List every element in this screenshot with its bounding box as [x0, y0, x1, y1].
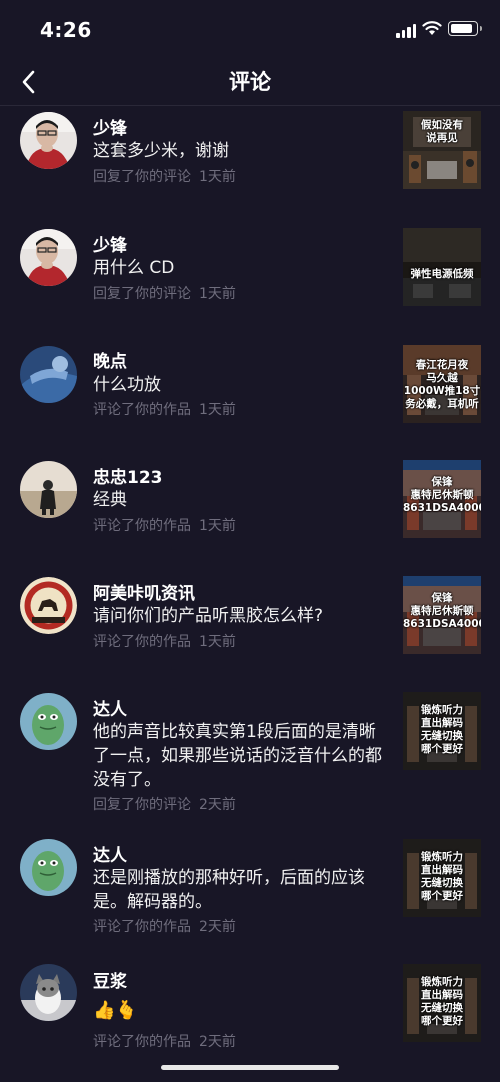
- username[interactable]: 晚点: [93, 347, 127, 372]
- comment-text: 经典: [93, 490, 127, 510]
- comment-meta: 评论了你的作品 2天前: [93, 916, 236, 936]
- video-thumbnail[interactable]: 春江花月夜 马久越 1000W推18寸 务必戴，耳机听: [403, 345, 481, 423]
- username[interactable]: 达人: [93, 695, 127, 720]
- thumbnail-caption: 假如没有 说再见: [421, 119, 463, 144]
- thumbnail-caption: 锻炼听力 直出解码 无缝切换 哪个更好: [421, 704, 463, 755]
- action-label: 评论了你的作品: [93, 402, 191, 418]
- comment-meta: 评论了你的作品 2天前: [93, 1031, 236, 1051]
- home-indicator[interactable]: [161, 1065, 339, 1070]
- username[interactable]: 少锋: [93, 231, 127, 256]
- action-label: 回复了你的评论: [93, 286, 191, 302]
- comment-text: 还是刚播放的那种好听，后面的应该是。解码器的。: [93, 868, 365, 912]
- action-label: 评论了你的作品: [93, 919, 191, 935]
- nav-bar: 评论: [0, 58, 500, 106]
- comment-text: 他的声音比较真实第1段后面的是清晰了一点，如果那些说话的泛音什么的都没有了。: [93, 722, 382, 790]
- avatar[interactable]: [20, 839, 77, 896]
- username[interactable]: 阿美咔叽资讯: [93, 579, 195, 604]
- username[interactable]: 达人: [93, 841, 127, 866]
- comment-meta: 评论了你的作品 1天前: [93, 631, 236, 651]
- avatar[interactable]: [20, 346, 77, 403]
- timestamp: 1天前: [199, 402, 236, 418]
- timestamp: 2天前: [199, 797, 236, 813]
- video-thumbnail[interactable]: 保锋 惠特尼休斯顿 8631DSA4000: [403, 576, 481, 654]
- action-label: 评论了你的作品: [93, 518, 191, 534]
- battery-icon: [448, 21, 482, 36]
- avatar[interactable]: [20, 964, 77, 1021]
- thumbnail-caption: 保锋 惠特尼休斯顿 8631DSA4000: [403, 476, 481, 514]
- timestamp: 2天前: [199, 919, 236, 935]
- video-thumbnail[interactable]: 保锋 惠特尼休斯顿 8631DSA4000: [403, 460, 481, 538]
- timestamp: 1天前: [199, 169, 236, 185]
- action-label: 评论了你的作品: [93, 1034, 191, 1050]
- avatar[interactable]: [20, 577, 77, 634]
- wifi-icon: [422, 21, 442, 35]
- status-bar: 4:26: [0, 0, 500, 58]
- comment-text: 请问你们的产品听黑胶怎么样?: [93, 606, 324, 626]
- thumbnail-caption: 锻炼听力 直出解码 无缝切换 哪个更好: [421, 976, 463, 1027]
- action-label: 评论了你的作品: [93, 634, 191, 650]
- avatar[interactable]: [20, 112, 77, 169]
- thumbnail-caption: 弹性电源低频: [410, 268, 474, 280]
- comment-text: 用什么 CD: [93, 258, 175, 278]
- action-label: 回复了你的评论: [93, 797, 191, 813]
- comment-text: 👍🫰: [93, 1000, 138, 1021]
- comment-meta: 评论了你的作品 1天前: [93, 515, 236, 535]
- avatar[interactable]: [20, 461, 77, 518]
- thumbnail-caption: 锻炼听力 直出解码 无缝切换 哪个更好: [421, 851, 463, 902]
- timestamp: 1天前: [199, 518, 236, 534]
- comment-text: 这套多少米，谢谢: [93, 141, 229, 161]
- video-thumbnail[interactable]: 锻炼听力 直出解码 无缝切换 哪个更好: [403, 839, 481, 917]
- video-thumbnail[interactable]: 锻炼听力 直出解码 无缝切换 哪个更好: [403, 964, 481, 1042]
- video-thumbnail[interactable]: 弹性电源低频: [403, 228, 481, 306]
- timestamp: 1天前: [199, 286, 236, 302]
- page-title: 评论: [229, 70, 271, 94]
- status-time: 4:26: [40, 18, 92, 42]
- comment-meta: 评论了你的作品 1天前: [93, 399, 236, 419]
- comment-meta: 回复了你的评论 1天前: [93, 283, 236, 303]
- action-label: 回复了你的评论: [93, 169, 191, 185]
- thumbnail-caption: 春江花月夜 马久越 1000W推18寸 务必戴，耳机听: [403, 359, 481, 410]
- comment-meta: 回复了你的评论 2天前: [93, 794, 236, 814]
- cellular-signal-icon: [396, 24, 416, 38]
- comment-text: 什么功放: [93, 375, 161, 395]
- avatar[interactable]: [20, 693, 77, 750]
- username[interactable]: 少锋: [93, 114, 127, 139]
- username[interactable]: 豆浆: [93, 967, 127, 992]
- avatar[interactable]: [20, 229, 77, 286]
- timestamp: 2天前: [199, 1034, 236, 1050]
- video-thumbnail[interactable]: 锻炼听力 直出解码 无缝切换 哪个更好: [403, 692, 481, 770]
- video-thumbnail[interactable]: 假如没有 说再见: [403, 111, 481, 189]
- comment-meta: 回复了你的评论 1天前: [93, 166, 236, 186]
- username[interactable]: 忠忠123: [93, 463, 163, 488]
- timestamp: 1天前: [199, 634, 236, 650]
- thumbnail-caption: 保锋 惠特尼休斯顿 8631DSA4000: [403, 592, 481, 630]
